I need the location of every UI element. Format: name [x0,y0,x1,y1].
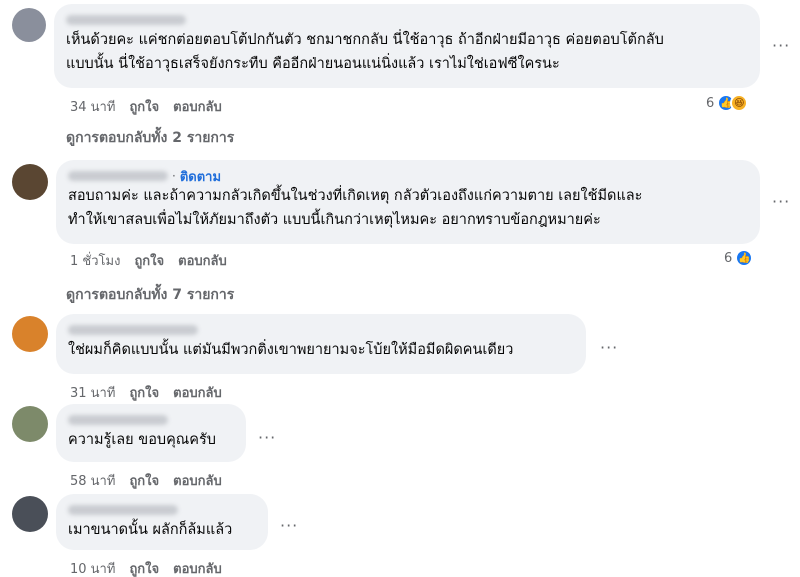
comment-time[interactable]: 34 นาที [70,96,115,117]
comment-time[interactable]: 1 ชั่วโมง [70,250,120,271]
more-options-icon[interactable]: ··· [258,428,276,447]
more-options-icon[interactable]: ··· [600,338,618,357]
avatar[interactable] [12,8,46,42]
avatar[interactable] [12,406,48,442]
separator: · [172,169,176,183]
reply-button[interactable]: ตอบกลับ [173,470,222,491]
more-options-icon[interactable]: ··· [772,36,790,55]
comment-bubble: ใช่ผมก็คิดแบบนั้น แต่มันมีพวกติ่งเขาพยาย… [56,314,586,374]
more-options-icon[interactable]: ··· [280,516,298,535]
view-replies-link[interactable]: ดูการตอบกลับทั้ง 7 รายการ [66,284,234,306]
like-icon: 👍 [735,249,754,267]
like-button[interactable]: ถูกใจ [129,96,159,117]
comment-actions: 10 นาที ถูกใจ ตอบกลับ [70,558,222,577]
comment-text-line: เห็นด้วยคะ แค่ชกต่อยตอบโต้ปกกันตัว ชกมาช… [66,32,664,48]
haha-icon: 😆 [730,94,749,112]
reply-button[interactable]: ตอบกลับ [173,558,222,577]
reply-button[interactable]: ตอบกลับ [173,96,222,117]
more-options-icon[interactable]: ··· [772,192,790,211]
comment-author[interactable] [68,322,574,338]
like-button[interactable]: ถูกใจ [129,470,159,491]
comment-time[interactable]: 58 นาที [70,470,115,491]
comment-actions: 58 นาที ถูกใจ ตอบกลับ [70,470,222,491]
avatar[interactable] [12,164,48,200]
comment-text-line: สอบถามค่ะ และถ้าความกลัวเกิดขึ้นในช่วงที… [68,188,643,204]
comment-text-line: แบบนั้น นี่ใช้อาวุธเสร็จยังกระทืบ คืออีก… [66,56,560,72]
comment-text-line: ใช่ผมก็คิดแบบนั้น แต่มันมีพวกติ่งเขาพยาย… [68,342,514,358]
reaction-count: 6 [724,250,733,266]
comment-text-line: เมาขนาดนั้น ผลักก็ล้มแล้ว [68,522,233,538]
comment-bubble: ความรู้เลย ขอบคุณครับ [56,404,246,462]
avatar[interactable] [12,316,48,352]
comment-actions: 31 นาที ถูกใจ ตอบกลับ [70,382,222,403]
comment-bubble: เมาขนาดนั้น ผลักก็ล้มแล้ว [56,494,268,550]
comment-actions: 34 นาที ถูกใจ ตอบกลับ [70,96,222,117]
like-button[interactable]: ถูกใจ [134,250,164,271]
comment-text-line: ทำให้เขาสลบเพื่อไม่ให้ภัยมาถึงตัว แบบนี้… [68,212,601,228]
comment-author[interactable] [68,412,234,428]
view-replies-link[interactable]: ดูการตอบกลับทั้ง 2 รายการ [66,127,234,149]
like-button[interactable]: ถูกใจ [129,558,159,577]
reaction-summary[interactable]: 6 👍 😆 [706,94,749,112]
comment-author[interactable]: · ติดตาม [68,168,748,185]
reply-button[interactable]: ตอบกลับ [173,382,222,403]
reaction-summary[interactable]: 6 👍 [724,249,754,267]
comment-bubble: · ติดตาม สอบถามค่ะ และถ้าความกลัวเกิดขึ้น… [56,160,760,244]
reaction-count: 6 [706,95,715,111]
like-button[interactable]: ถูกใจ [129,382,159,403]
comment-actions: 1 ชั่วโมง ถูกใจ ตอบกลับ [70,250,227,271]
reply-button[interactable]: ตอบกลับ [178,250,227,271]
comment-time[interactable]: 10 นาที [70,558,115,577]
comment-text-line: ความรู้เลย ขอบคุณครับ [68,432,216,448]
comment-bubble: เห็นด้วยคะ แค่ชกต่อยตอบโต้ปกกันตัว ชกมาช… [54,4,760,88]
comment-time[interactable]: 31 นาที [70,382,115,403]
comment-author[interactable] [68,502,256,518]
comment-author[interactable] [66,12,748,28]
avatar[interactable] [12,496,48,532]
